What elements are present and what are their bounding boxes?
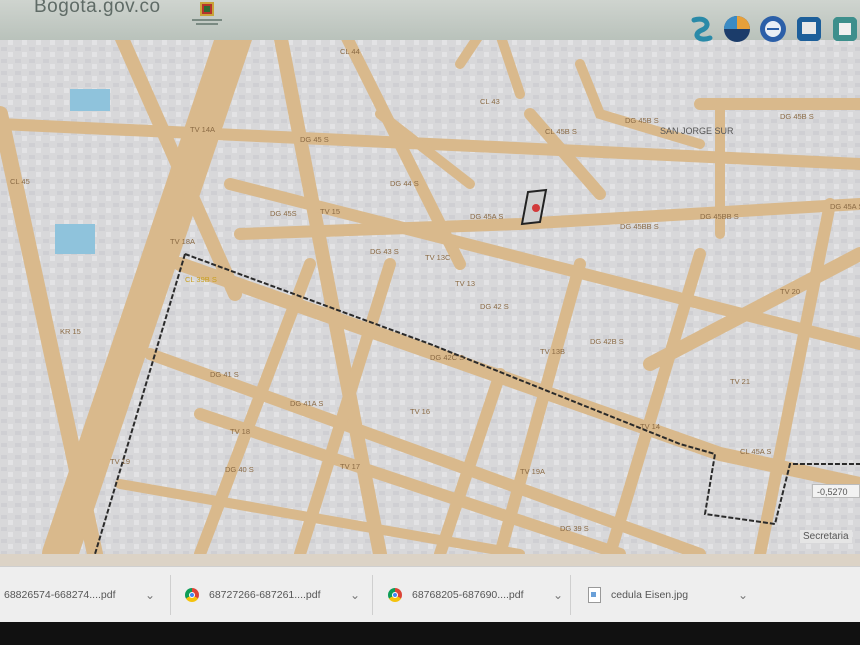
divider [372,575,373,615]
street-label: DG 40 S [225,465,254,474]
street-label: CL 45B S [545,127,577,136]
site-title[interactable]: Bogota.gov.co [34,0,161,18]
street-label: TV 19 [110,457,130,466]
street-label: DG 43 S [370,247,399,256]
download-item[interactable]: 68826574-668274....pdf ⌄ [0,567,170,623]
chrome-icon [185,588,199,602]
download-item[interactable]: 68727266-687261....pdf ⌄ [185,567,370,623]
street-label: DG 45B S [780,112,814,121]
chevron-down-icon[interactable]: ⌄ [553,588,563,602]
street-label: TV 19A [520,467,545,476]
street-label: TV 17 [340,462,360,471]
download-item[interactable]: 68768205-687690....pdf ⌄ [388,567,573,623]
street-label: DG 42C S [430,353,464,362]
chevron-down-icon[interactable]: ⌄ [145,588,155,602]
street-label: DG 42 S [480,302,509,311]
map-canvas[interactable]: DG 45B S DG 45B S DG 45BB S DG 45BB S DG… [0,34,860,554]
chevron-down-icon[interactable]: ⌄ [350,588,360,602]
water-body [70,89,110,111]
neighborhood-label: SAN JORGE SUR [660,126,734,136]
street-label: DG 39 S [560,524,589,533]
portal-header: Bogota.gov.co [0,0,860,42]
street-label: TV 13C [425,253,451,262]
image-file-icon [588,587,601,603]
street-label: CL 43 [480,97,500,106]
map-attribution: Secretaria [800,530,852,543]
street-label: DG 41A S [290,399,323,408]
chevron-down-icon[interactable]: ⌄ [738,588,748,602]
globe-icon[interactable] [758,14,788,44]
chrome-icon [388,588,402,602]
street-label: TV 16 [410,407,430,416]
street-label: TV 18A [170,237,195,246]
street-label: KR 15 [60,327,81,336]
download-filename: cedula Eisen.jpg [611,589,689,601]
divider [170,575,171,615]
download-shelf: 68826574-668274....pdf ⌄ 68727266-687261… [0,566,860,623]
street-label: DG 45S [270,209,297,218]
street-label: DG 45A S [470,212,503,221]
download-filename: 68727266-687261....pdf [209,589,321,601]
coordinate-readout: -0,5270 [812,484,860,498]
street-label: DG 44 S [390,179,419,188]
street-label: DG 45B S [625,116,659,125]
street-label: TV 21 [730,377,750,386]
street-label: TV 15 [320,207,340,216]
screen: Bogota.gov.co DG 45B S DG 45B S DG 45BB … [0,0,860,645]
street-label: CL 45A S [740,447,771,456]
monitor-bezel [0,622,860,645]
street-label: CL 39B S [185,275,217,284]
street-label: DG 42B S [590,337,624,346]
street-label: TV 18 [230,427,250,436]
street-label: TV 13 [455,279,475,288]
street-label: DG 45A S [830,202,860,211]
water-body [55,224,95,254]
download-filename: 68826574-668274....pdf [4,589,116,601]
street-label: TV 14 [640,422,660,431]
street-label: DG 45BB S [700,212,739,221]
layers-icon[interactable] [686,14,716,44]
street-label: TV 20 [780,287,800,296]
street-label: DG 45BB S [620,222,659,231]
street-label: CL 44 [340,47,360,56]
street-label: TV 13B [540,347,565,356]
street-label: TV 14A [190,125,215,134]
divider [570,575,571,615]
street-label: DG 45 S [300,135,329,144]
basemap-icon[interactable] [722,14,752,44]
street-label: DG 41 S [210,370,239,379]
info-icon[interactable] [830,14,860,44]
street-label: CL 45 [10,177,30,186]
bogota-logo[interactable] [190,0,224,30]
print-icon[interactable] [794,14,824,44]
download-filename: 68768205-687690....pdf [412,589,524,601]
download-item[interactable]: cedula Eisen.jpg ⌄ [588,567,758,623]
map-toolbar [686,14,860,44]
